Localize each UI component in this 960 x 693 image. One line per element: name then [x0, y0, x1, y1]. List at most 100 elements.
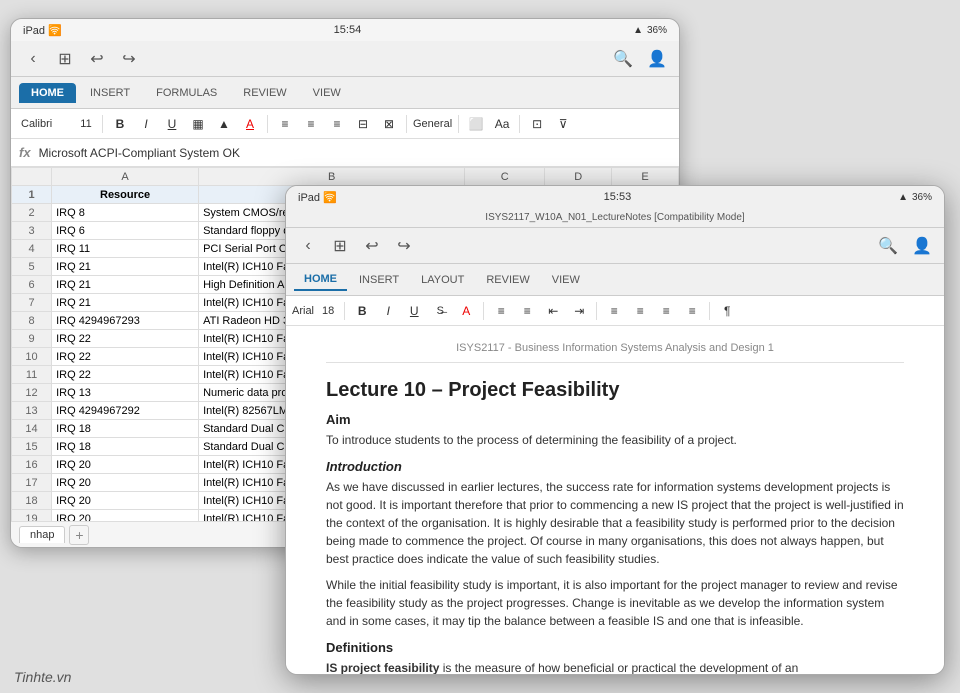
doc-aim-subtitle: Aim — [326, 412, 904, 427]
cell-a[interactable]: IRQ 13 — [52, 384, 199, 402]
word-person-button[interactable]: 👤 — [908, 232, 936, 260]
tab-insert[interactable]: INSERT — [78, 83, 142, 103]
row-number: 2 — [12, 204, 52, 222]
word-italic-button[interactable]: I — [377, 300, 399, 322]
excel-right-icons: 🔍 👤 — [609, 45, 671, 73]
cell-a[interactable]: IRQ 22 — [52, 330, 199, 348]
align-center-button[interactable]: ≡ — [300, 113, 322, 135]
word-align-center-button[interactable]: ≡ — [629, 300, 651, 322]
excel-home-icon[interactable]: ⊞ — [51, 45, 79, 73]
word-right-icons: 🔍 👤 — [874, 232, 936, 260]
cell-a[interactable]: IRQ 18 — [52, 420, 199, 438]
col-header-d: D — [545, 168, 612, 186]
sheet-tab-nhap[interactable]: nhap — [19, 526, 65, 543]
word-content: ISYS2117 - Business Information Systems … — [286, 326, 944, 675]
bold-button[interactable]: B — [109, 113, 131, 135]
watermark: Tinhte.vn — [14, 669, 71, 685]
cell-a[interactable]: IRQ 21 — [52, 276, 199, 294]
col-header-b: B — [199, 168, 465, 186]
tab-formulas[interactable]: FORMULAS — [144, 83, 229, 103]
word-back-button[interactable]: ‹ — [294, 232, 322, 260]
highlight-button[interactable]: ▲ — [213, 113, 235, 135]
word-home-icon[interactable]: ⊞ — [326, 232, 354, 260]
cell-a[interactable]: IRQ 8 — [52, 204, 199, 222]
word-tab-home[interactable]: HOME — [294, 269, 347, 291]
cell-a[interactable]: IRQ 22 — [52, 348, 199, 366]
col-header-c: C — [465, 168, 545, 186]
redo-button[interactable]: ↪ — [115, 45, 143, 73]
word-justify-button[interactable]: ≡ — [681, 300, 703, 322]
undo-button[interactable]: ↩ — [83, 45, 111, 73]
word-tab-insert[interactable]: INSERT — [349, 270, 409, 290]
excel-status-left: iPad 🛜 — [23, 24, 62, 37]
word-para-mark-button[interactable]: ¶ — [716, 300, 738, 322]
italic-button[interactable]: I — [135, 113, 157, 135]
cell-a[interactable]: IRQ 11 — [52, 240, 199, 258]
cell-a[interactable]: IRQ 22 — [52, 366, 199, 384]
word-indent-less-button[interactable]: ⇤ — [542, 300, 564, 322]
word-status-right: ▲ 36% — [898, 192, 932, 203]
cell-a[interactable]: IRQ 20 — [52, 456, 199, 474]
word-align-right-button[interactable]: ≡ — [655, 300, 677, 322]
add-sheet-button[interactable]: + — [69, 525, 89, 545]
cell-a[interactable]: IRQ 4294967292 — [52, 402, 199, 420]
word-indent-more-button[interactable]: ⇥ — [568, 300, 590, 322]
word-underline-button[interactable]: U — [403, 300, 425, 322]
word-status-bar: iPad 🛜 15:53 ▲ 36% — [286, 186, 944, 208]
sep2 — [267, 115, 268, 133]
cell-styles-button[interactable]: ⊡ — [526, 113, 548, 135]
row-number: 4 — [12, 240, 52, 258]
cell-a[interactable]: IRQ 21 — [52, 258, 199, 276]
filter-button[interactable]: ⊽ — [552, 113, 574, 135]
wrap-text-button[interactable]: ⊟ — [352, 113, 374, 135]
tab-home[interactable]: HOME — [19, 83, 76, 103]
row-number: 15 — [12, 438, 52, 456]
doc-definitions-title: Definitions — [326, 640, 904, 655]
word-font-color-button[interactable]: A — [455, 300, 477, 322]
back-button[interactable]: ‹ — [19, 45, 47, 73]
word-align-left-button[interactable]: ≡ — [603, 300, 625, 322]
merge-button[interactable]: ⊠ — [378, 113, 400, 135]
word-sep4 — [709, 302, 710, 320]
row-number: 18 — [12, 492, 52, 510]
word-tab-view[interactable]: VIEW — [542, 270, 590, 290]
cell-a[interactable]: IRQ 18 — [52, 438, 199, 456]
excel-status-bar: iPad 🛜 15:54 ▲ 36% — [11, 19, 679, 41]
cell-a[interactable]: IRQ 4294967293 — [52, 312, 199, 330]
word-search-button[interactable]: 🔍 — [874, 232, 902, 260]
cell-a[interactable]: Resource — [52, 186, 199, 204]
search-button[interactable]: 🔍 — [609, 45, 637, 73]
word-redo-button[interactable]: ↪ — [390, 232, 418, 260]
word-bold-button[interactable]: B — [351, 300, 373, 322]
border-button[interactable]: ▦ — [187, 113, 209, 135]
row-number: 16 — [12, 456, 52, 474]
word-tab-review[interactable]: REVIEW — [476, 270, 539, 290]
word-tab-layout[interactable]: LAYOUT — [411, 270, 474, 290]
formula-value: Microsoft ACPI-Compliant System OK — [39, 146, 240, 160]
format-as-table-button[interactable]: Aa — [491, 113, 513, 135]
cell-a[interactable]: IRQ 20 — [52, 474, 199, 492]
conditional-format-button[interactable]: ⬜ — [465, 113, 487, 135]
word-bullets-button[interactable]: ≡ — [490, 300, 512, 322]
cell-a[interactable]: IRQ 20 — [52, 492, 199, 510]
word-numbering-button[interactable]: ≡ — [516, 300, 538, 322]
word-format-bar: Arial 18 B I U S̶ A ≡ ≡ ⇤ ⇥ ≡ ≡ ≡ ≡ ¶ — [286, 296, 944, 326]
person-button[interactable]: 👤 — [643, 45, 671, 73]
row-number: 17 — [12, 474, 52, 492]
sep1 — [102, 115, 103, 133]
tab-view[interactable]: VIEW — [301, 83, 353, 103]
align-left-button[interactable]: ≡ — [274, 113, 296, 135]
font-color-button[interactable]: A — [239, 113, 261, 135]
row-number: 5 — [12, 258, 52, 276]
word-strikethrough-button[interactable]: S̶ — [429, 300, 451, 322]
excel-signal-icon: ▲ — [633, 25, 643, 36]
align-right-button[interactable]: ≡ — [326, 113, 348, 135]
word-status-left: iPad 🛜 — [298, 191, 337, 204]
tab-review[interactable]: REVIEW — [231, 83, 298, 103]
cell-a[interactable]: IRQ 6 — [52, 222, 199, 240]
underline-button[interactable]: U — [161, 113, 183, 135]
row-number: 13 — [12, 402, 52, 420]
cell-a[interactable]: IRQ 21 — [52, 294, 199, 312]
word-signal-icon: ▲ — [898, 192, 908, 203]
word-undo-button[interactable]: ↩ — [358, 232, 386, 260]
